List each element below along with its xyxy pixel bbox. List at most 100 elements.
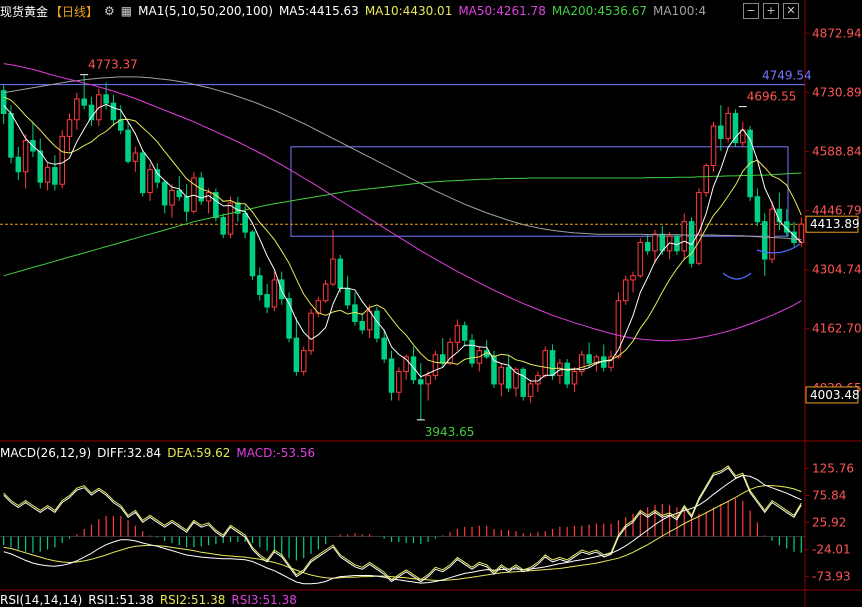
price-tick-label: 4304.74: [812, 263, 862, 277]
price-tick-label: 4588.84: [812, 144, 862, 158]
candle: [769, 208, 775, 260]
ma200-value: MA200:4536.67: [551, 4, 647, 18]
period-label[interactable]: 【日线】: [50, 3, 98, 20]
candle: [520, 368, 527, 397]
candle: [66, 119, 73, 137]
candle: [161, 181, 168, 206]
candle: [176, 189, 183, 198]
candle: [703, 165, 709, 194]
candle: [425, 375, 431, 385]
candle: [227, 202, 234, 235]
rsi3-value: RSI3:51.38: [231, 593, 297, 607]
macd-tick-label: 75.84: [812, 488, 846, 502]
candle: [344, 287, 351, 306]
candle: [139, 152, 146, 194]
low-price-label: 4003.48: [810, 388, 860, 402]
symbol-title: 现货黄金: [0, 4, 49, 19]
candle: [644, 241, 651, 252]
macd-value: MACD:-53.56: [236, 446, 316, 460]
chart-root: { "header": { "symbol": "现货黄金", "period"…: [0, 0, 862, 607]
candle: [0, 90, 7, 115]
macd-diff-line: [3, 474, 802, 585]
candle: [359, 321, 366, 331]
candle: [615, 300, 622, 358]
zoom-out-button[interactable]: −: [743, 3, 759, 19]
candle: [586, 354, 592, 364]
candle: [652, 233, 658, 252]
candle: [388, 358, 395, 393]
candle: [564, 362, 570, 385]
rsi2-line: [3, 465, 802, 581]
zoom-in-button[interactable]: +: [763, 3, 779, 19]
high-annotation-2: 4696.55: [747, 90, 797, 104]
candle: [44, 167, 51, 183]
candle: [622, 279, 629, 302]
drawn-arc-2: [722, 272, 752, 280]
candle: [432, 354, 439, 377]
price-tick-label: 4872.94: [812, 26, 862, 40]
price-tick-label: 4730.89: [812, 85, 862, 99]
candle: [454, 325, 461, 343]
reference-line-label: 4749.54: [762, 69, 812, 83]
candle: [8, 113, 14, 158]
candle: [22, 140, 29, 173]
macd-dea-line: [3, 485, 802, 581]
candle: [630, 275, 636, 281]
candle: [498, 366, 505, 385]
candle: [293, 337, 300, 372]
ma100-line: [3, 76, 802, 241]
candle: [681, 221, 688, 252]
candle: [527, 383, 534, 397]
candle: [439, 354, 446, 364]
candle: [220, 217, 226, 235]
candle: [59, 135, 65, 185]
candle: [169, 189, 175, 206]
current-price-label: 4413.89: [810, 217, 860, 231]
chart-canvas: 4872.94 4730.89 4588.84 4446.79 4304.74 4162.…: [0, 0, 862, 607]
candle: [322, 283, 329, 302]
rsi2-value: RSI2:51.38: [159, 593, 226, 607]
macd-tick-label: 25.92: [812, 516, 846, 530]
candle: [461, 325, 468, 341]
candle: [381, 337, 387, 360]
macd-tick-label: -73.93: [812, 570, 851, 584]
candle: [125, 129, 131, 162]
macd-header: MACD(26,12,9) DIFF:32.84 DEA:59.62 MACD:…: [0, 446, 321, 460]
candle: [761, 221, 768, 260]
candle: [308, 312, 314, 352]
candle: [147, 169, 153, 194]
candle: [264, 293, 270, 308]
candle: [242, 212, 248, 233]
low-annotation: 3943.65: [425, 425, 475, 439]
ma-params: MA1(5,10,50,200,100): [138, 4, 273, 18]
macd-tick-label: -24.01: [812, 543, 851, 557]
gear-icon[interactable]: ⚙: [104, 4, 115, 18]
candle: [257, 275, 263, 295]
rsi-title: RSI(14,14,14): [0, 593, 83, 607]
price-tick-label: 4162.70: [812, 322, 862, 336]
candle: [110, 102, 117, 121]
candle: [183, 196, 190, 212]
macd-tick-label: 125.76: [812, 461, 854, 475]
chart-icon[interactable]: ▦: [121, 4, 132, 18]
candle: [725, 113, 731, 139]
macd-title: MACD(26,12,9): [0, 446, 92, 460]
candle: [396, 370, 402, 393]
candle: [637, 241, 644, 277]
candle: [337, 258, 344, 289]
ma50-value: MA50:4261.78: [458, 4, 546, 18]
candle: [103, 94, 109, 104]
candle: [74, 98, 80, 121]
rsi1-value: RSI1:51.38: [88, 593, 154, 607]
price-header: 现货黄金 【日线】 ⚙ ▦ MA1(5,10,50,200,100) MA5:4…: [0, 0, 862, 22]
rsi-header: RSI(14,14,14) RSI1:51.38 RSI2:51.38 RSI3…: [0, 593, 303, 607]
candle: [718, 125, 724, 139]
ma100-value: MA100:4: [652, 4, 707, 18]
close-button[interactable]: ✕: [783, 3, 799, 19]
candle: [710, 125, 717, 167]
candle: [732, 113, 739, 144]
window-toolbar: − + ✕: [743, 3, 799, 19]
candle: [754, 196, 761, 223]
candle: [549, 350, 556, 377]
ma5-value: MA5:4415.63: [278, 4, 359, 18]
